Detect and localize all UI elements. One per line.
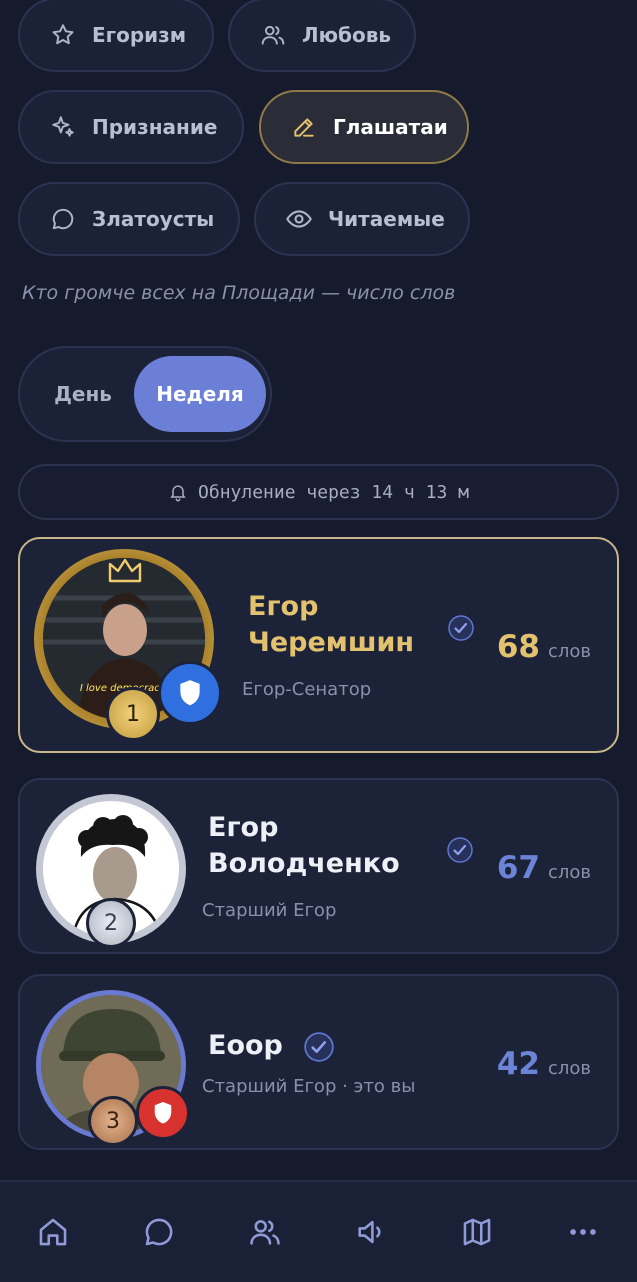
name-line: Володченко bbox=[208, 848, 400, 879]
score-value: 42 bbox=[496, 1046, 540, 1082]
score: 42 слов bbox=[497, 1046, 591, 1082]
category-label: Егоризм bbox=[92, 23, 187, 47]
rank-badge: 1 bbox=[106, 687, 160, 741]
home-icon[interactable] bbox=[33, 1212, 73, 1252]
user-name[interactable]: Еоор bbox=[208, 1028, 283, 1064]
chat-icon bbox=[48, 204, 78, 234]
name-line: Еоор bbox=[208, 1030, 283, 1061]
category-description: Кто громче всех на Площади — число слов bbox=[22, 282, 456, 304]
sparkles-icon bbox=[48, 112, 78, 142]
category-recognition[interactable]: Признание bbox=[18, 90, 244, 164]
more-icon[interactable] bbox=[563, 1212, 603, 1252]
bottom-nav bbox=[0, 1180, 637, 1282]
category-egorism[interactable]: Егоризм bbox=[18, 0, 214, 72]
rank-badge: 2 bbox=[86, 898, 136, 948]
score: 67 слов bbox=[497, 850, 591, 886]
reset-timer: Обнуление через 14 ч 13 м bbox=[18, 464, 619, 520]
category-goldmouths[interactable]: Златоусты bbox=[18, 182, 240, 256]
period-week-tab[interactable]: Неделя bbox=[134, 356, 266, 432]
chat-icon[interactable] bbox=[139, 1212, 179, 1252]
user-role: Егор-Сенатор bbox=[242, 679, 372, 700]
score: 68 слов bbox=[497, 629, 591, 665]
leaderboard-card-1[interactable]: I love democracy. 1 Егор Черемшин Егор-С… bbox=[18, 537, 619, 753]
reset-text: Обнуление через 14 ч 13 м bbox=[198, 481, 469, 503]
category-love[interactable]: Любовь bbox=[228, 0, 416, 72]
name-line: Егор bbox=[248, 591, 319, 622]
people-icon[interactable] bbox=[245, 1212, 285, 1252]
verified-icon bbox=[304, 1032, 334, 1062]
users-icon bbox=[258, 20, 288, 50]
category-label: Читаемые bbox=[328, 207, 445, 231]
leaderboard-card-2[interactable]: 2 Егор Володченко Старший Егор 67 слов bbox=[18, 778, 619, 954]
eye-icon bbox=[284, 204, 314, 234]
score-unit: слов bbox=[547, 1058, 591, 1079]
period-day-tab[interactable]: День bbox=[28, 356, 138, 432]
rank-badge: 3 bbox=[88, 1096, 138, 1146]
category-label: Любовь bbox=[302, 23, 392, 47]
category-label: Златоусты bbox=[92, 207, 215, 231]
leaderboard-card-3[interactable]: 3 Еоор Старший Егор · это вы 42 слов bbox=[18, 974, 619, 1150]
shield-icon bbox=[136, 1086, 190, 1140]
pen-icon bbox=[289, 112, 319, 142]
period-toggle[interactable]: День Неделя bbox=[18, 346, 272, 442]
user-role: Старший Егор bbox=[202, 900, 337, 921]
speaker-icon[interactable] bbox=[351, 1212, 391, 1252]
user-name[interactable]: Егор Черемшин bbox=[248, 589, 414, 661]
verified-icon bbox=[448, 615, 474, 641]
name-line: Егор bbox=[208, 812, 279, 843]
shield-icon bbox=[158, 661, 222, 725]
score-value: 68 bbox=[496, 629, 540, 665]
score-unit: слов bbox=[547, 862, 591, 883]
category-heralds[interactable]: Глашатаи bbox=[259, 90, 469, 164]
user-role: Старший Егор · это вы bbox=[202, 1076, 416, 1097]
score-value: 67 bbox=[496, 850, 540, 886]
name-line: Черемшин bbox=[248, 627, 415, 658]
crown-icon bbox=[107, 557, 143, 589]
verified-icon bbox=[447, 837, 473, 863]
category-label: Признание bbox=[92, 115, 218, 139]
category-label: Глашатаи bbox=[333, 115, 448, 139]
user-name[interactable]: Егор Володченко bbox=[208, 810, 400, 882]
bell-icon bbox=[168, 482, 188, 502]
map-icon[interactable] bbox=[457, 1212, 497, 1252]
category-read[interactable]: Читаемые bbox=[254, 182, 470, 256]
star-icon bbox=[48, 20, 78, 50]
score-unit: слов bbox=[547, 641, 591, 662]
